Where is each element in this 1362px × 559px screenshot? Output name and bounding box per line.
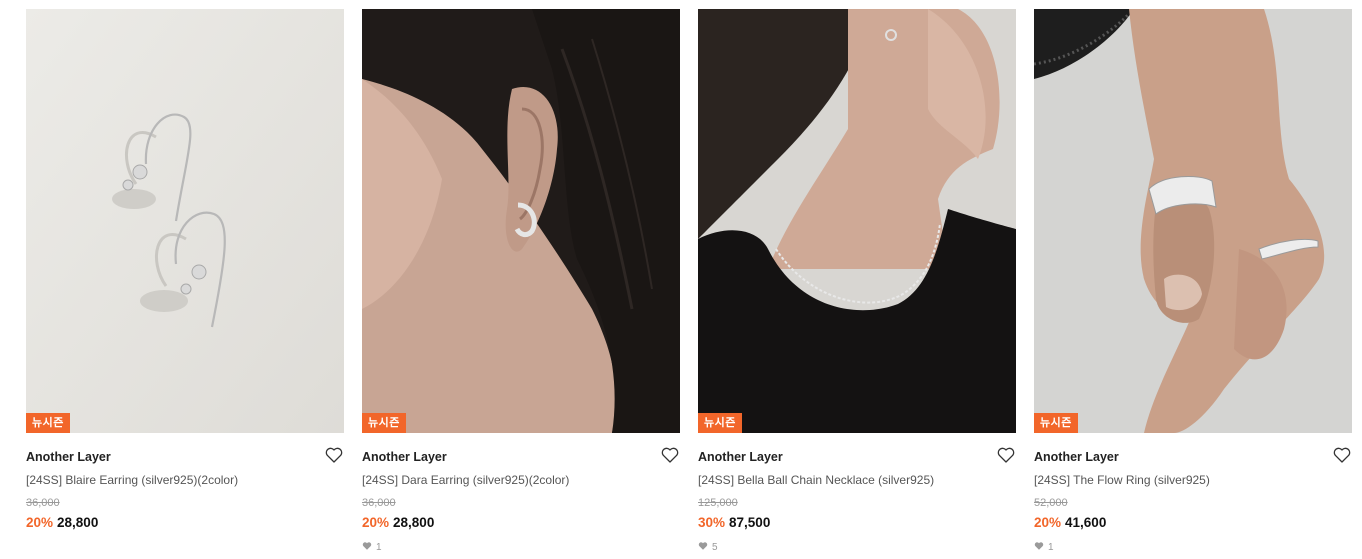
original-price: 125,000	[698, 497, 738, 509]
product-card[interactable]: 뉴시즌 Another Layer [24SS] Bella Ball Chai…	[698, 9, 1016, 559]
sale-price: 20% 28,800	[26, 514, 344, 531]
price-value: 87,500	[729, 515, 771, 530]
price-value: 28,800	[57, 515, 99, 530]
like-count: 1	[362, 541, 680, 553]
discount-rate: 20%	[1034, 515, 1062, 530]
product-card[interactable]: 뉴시즌 Another Layer [24SS] The Flow Ring (…	[1034, 9, 1352, 559]
brand-name[interactable]: Another Layer	[26, 450, 344, 465]
product-title[interactable]: [24SS] Dara Earring (silver925)(2color)	[362, 473, 680, 488]
new-season-badge: 뉴시즌	[362, 413, 406, 433]
original-price: 36,000	[26, 497, 60, 509]
heart-filled-icon	[362, 541, 372, 555]
brand-name[interactable]: Another Layer	[362, 450, 680, 465]
wishlist-heart-icon[interactable]	[996, 445, 1016, 465]
sale-price: 30% 87,500	[698, 514, 1016, 531]
product-info: Another Layer [24SS] Dara Earring (silve…	[362, 433, 680, 553]
like-count: 5	[698, 541, 1016, 553]
discount-rate: 30%	[698, 515, 726, 530]
necklace-photo	[698, 9, 1016, 433]
product-card[interactable]: 뉴시즌 Another Layer [24SS] Blaire Earring …	[26, 9, 344, 559]
product-title[interactable]: [24SS] Blaire Earring (silver925)(2color…	[26, 473, 344, 488]
wishlist-heart-icon[interactable]	[1332, 445, 1352, 465]
product-image[interactable]: 뉴시즌	[698, 9, 1016, 433]
product-info: Another Layer [24SS] The Flow Ring (silv…	[1034, 433, 1352, 553]
wishlist-heart-icon[interactable]	[660, 445, 680, 465]
price-value: 41,600	[1065, 515, 1107, 530]
wishlist-heart-icon[interactable]	[324, 445, 344, 465]
like-count-value: 5	[712, 542, 718, 553]
new-season-badge: 뉴시즌	[698, 413, 742, 433]
like-count-value: 1	[1048, 542, 1054, 553]
original-price: 52,000	[1034, 497, 1068, 509]
earring-photo	[26, 9, 344, 433]
heart-filled-icon	[1034, 541, 1044, 555]
product-image[interactable]: 뉴시즌	[362, 9, 680, 433]
discount-rate: 20%	[26, 515, 54, 530]
new-season-badge: 뉴시즌	[1034, 413, 1078, 433]
product-info: Another Layer [24SS] Blaire Earring (sil…	[26, 433, 344, 531]
product-grid: 뉴시즌 Another Layer [24SS] Blaire Earring …	[0, 0, 1362, 559]
ring-photo	[1034, 9, 1352, 433]
ear-photo	[362, 9, 680, 433]
product-image[interactable]: 뉴시즌	[26, 9, 344, 433]
sale-price: 20% 28,800	[362, 514, 680, 531]
product-title[interactable]: [24SS] Bella Ball Chain Necklace (silver…	[698, 473, 1016, 488]
product-image[interactable]: 뉴시즌	[1034, 9, 1352, 433]
like-count-value: 1	[376, 542, 382, 553]
product-card[interactable]: 뉴시즌 Another Layer [24SS] Dara Earring (s…	[362, 9, 680, 559]
original-price: 36,000	[362, 497, 396, 509]
product-title[interactable]: [24SS] The Flow Ring (silver925)	[1034, 473, 1352, 488]
discount-rate: 20%	[362, 515, 390, 530]
product-info: Another Layer [24SS] Bella Ball Chain Ne…	[698, 433, 1016, 553]
price-value: 28,800	[393, 515, 435, 530]
brand-name[interactable]: Another Layer	[1034, 450, 1352, 465]
heart-filled-icon	[698, 541, 708, 555]
like-count: 1	[1034, 541, 1352, 553]
brand-name[interactable]: Another Layer	[698, 450, 1016, 465]
sale-price: 20% 41,600	[1034, 514, 1352, 531]
new-season-badge: 뉴시즌	[26, 413, 70, 433]
